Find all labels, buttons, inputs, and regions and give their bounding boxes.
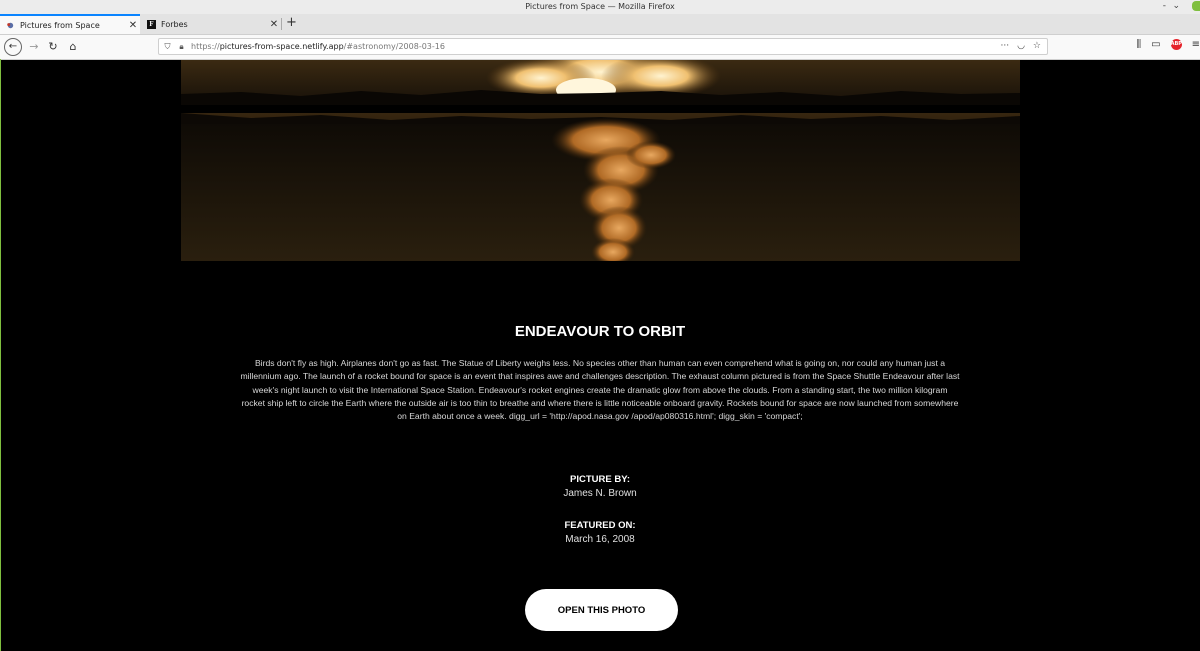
picture-by-label: PICTURE BY: bbox=[570, 474, 630, 485]
pocket-icon[interactable]: ◡ bbox=[1017, 41, 1025, 51]
launch-plume-image bbox=[181, 60, 1020, 261]
tab-label: Forbes bbox=[161, 19, 188, 29]
back-arrow-icon[interactable]: ← bbox=[4, 38, 22, 56]
window-title: Pictures from Space — Mozilla Firefox bbox=[525, 2, 675, 11]
lock-icon[interactable]: 🔒︎ bbox=[176, 42, 187, 52]
navigation-bar: ← → ↻ ⌂ ⛉ 🔒︎ https://pictures-from-space… bbox=[0, 35, 1200, 60]
window-titlebar: Pictures from Space — Mozilla Firefox - … bbox=[0, 0, 1200, 14]
open-photo-button[interactable]: OPEN THIS PHOTO bbox=[525, 589, 678, 631]
forward-arrow-icon[interactable]: → bbox=[26, 39, 42, 55]
article-description: Birds don't fly as high. Airplanes don't… bbox=[240, 358, 960, 422]
tab-pictures-from-space[interactable]: Pictures from Space ✕ bbox=[0, 14, 140, 34]
close-tab-icon[interactable]: ✕ bbox=[126, 20, 140, 31]
satellite-icon bbox=[7, 22, 14, 28]
featured-on-label: FEATURED ON: bbox=[564, 520, 636, 531]
tab-label: Pictures from Space bbox=[20, 20, 100, 30]
library-icon[interactable]: ⫼ bbox=[1137, 39, 1142, 50]
picture-by-value: James N. Brown bbox=[563, 488, 637, 499]
maximize-button[interactable]: ⌄ bbox=[1172, 1, 1180, 11]
tab-forbes[interactable]: F Forbes ✕ bbox=[141, 14, 281, 34]
window-corner-indicator bbox=[1192, 1, 1200, 11]
space-photo bbox=[181, 60, 1020, 261]
minimize-button[interactable]: - bbox=[1163, 1, 1166, 11]
adblock-icon[interactable]: ABP bbox=[1170, 39, 1182, 50]
bookmark-star-icon[interactable]: ☆ bbox=[1033, 41, 1041, 51]
shield-icon[interactable]: ⛉ bbox=[162, 42, 173, 52]
url-text[interactable]: https://pictures-from-space.netlify.app/… bbox=[191, 42, 445, 51]
forbes-f-icon: F bbox=[147, 19, 156, 29]
home-icon[interactable]: ⌂ bbox=[65, 39, 81, 55]
featured-on-value: March 16, 2008 bbox=[565, 534, 635, 545]
url-bar[interactable]: ⛉ 🔒︎ https://pictures-from-space.netlify… bbox=[158, 38, 1048, 55]
new-tab-button[interactable]: + bbox=[286, 15, 297, 30]
reload-icon[interactable]: ↻ bbox=[45, 39, 61, 55]
close-tab-icon[interactable]: ✕ bbox=[267, 19, 281, 30]
menu-icon[interactable]: ≡ bbox=[1192, 39, 1200, 50]
toolbar-right: ⫼ ▭ ABP ≡ bbox=[1137, 39, 1200, 50]
page-actions-icon[interactable]: ··· bbox=[1000, 41, 1009, 51]
article-title: ENDEAVOUR TO ORBIT bbox=[514, 323, 686, 340]
window-edge bbox=[0, 59, 1, 651]
sidebar-icon[interactable]: ▭ bbox=[1151, 39, 1160, 50]
tab-bar: Pictures from Space ✕ F Forbes ✕ + bbox=[0, 14, 1200, 35]
tab-separator bbox=[281, 18, 282, 30]
